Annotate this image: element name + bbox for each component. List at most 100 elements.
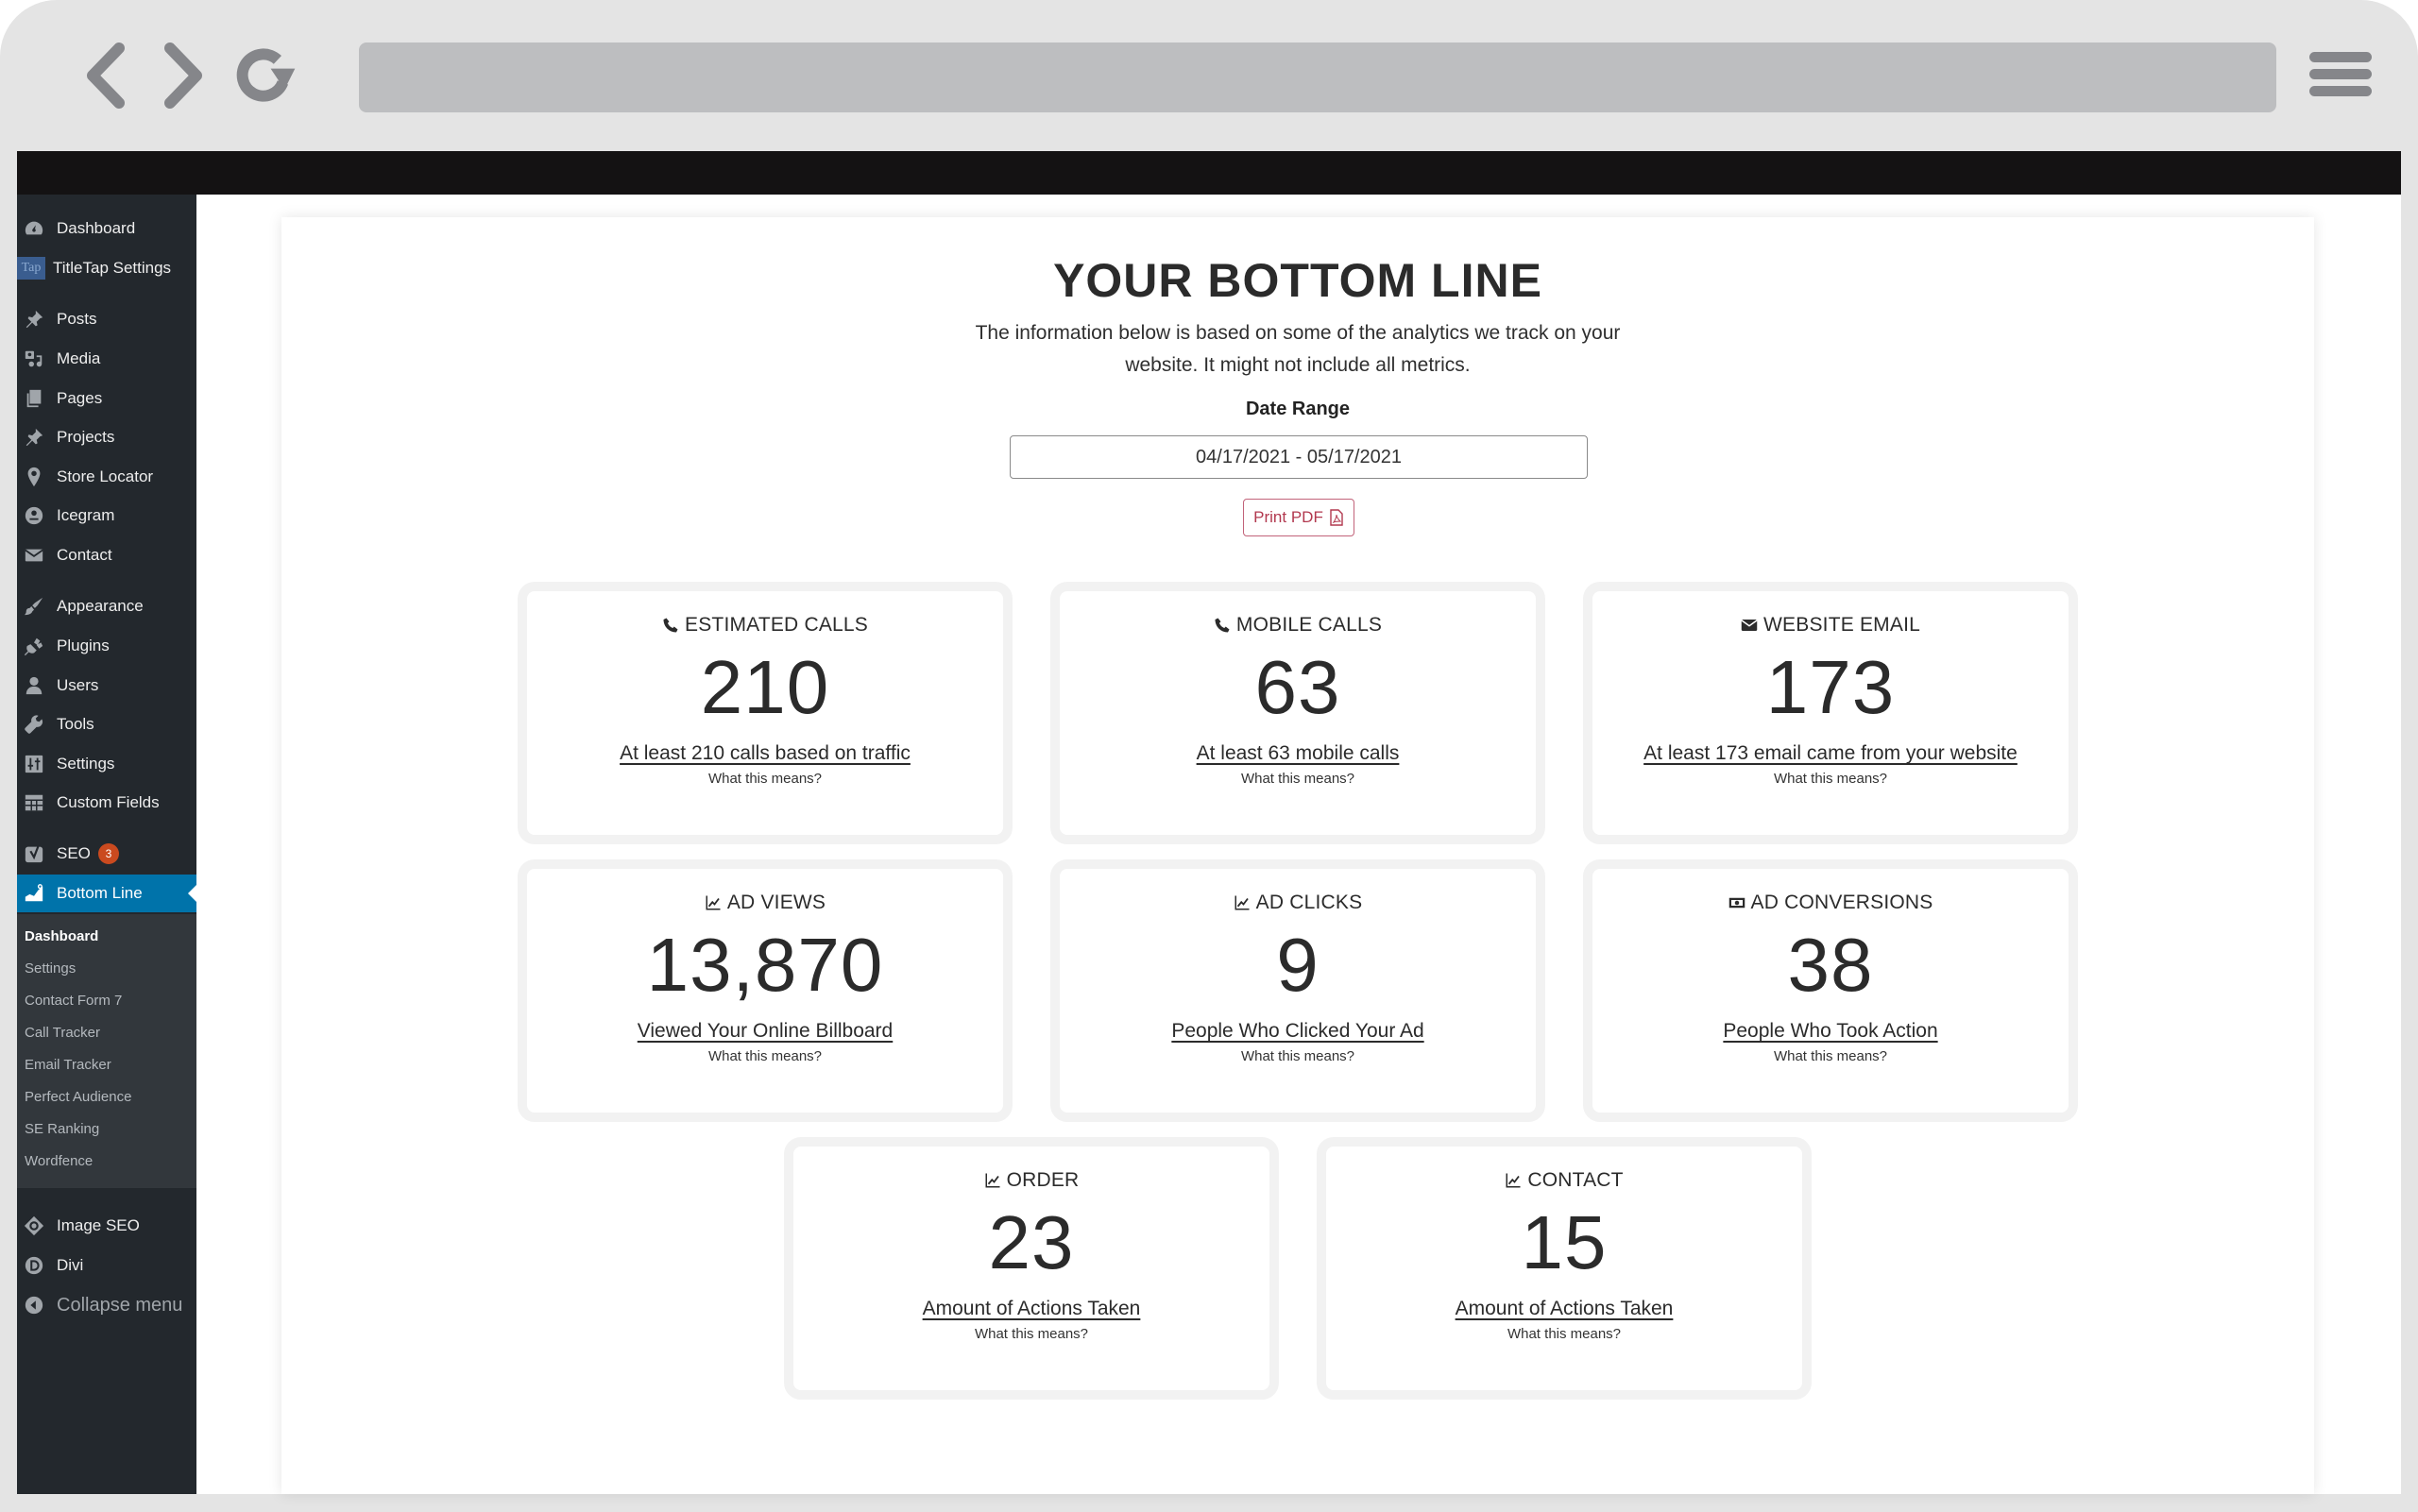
sidebar-item-posts[interactable]: Posts — [17, 300, 196, 338]
sidebar-item-media[interactable]: Media — [17, 340, 196, 378]
icegram-icon — [23, 504, 45, 527]
area-chart-icon — [23, 882, 45, 905]
hamburger-icon — [2309, 52, 2372, 62]
metric-card-ad-views: AD VIEWS 13,870 Viewed Your Online Billb… — [518, 859, 1013, 1122]
pdf-file-icon — [1330, 509, 1343, 526]
metric-value: 15 — [1521, 1200, 1608, 1284]
titletap-logo: Tap — [17, 257, 45, 280]
collapse-arrow-icon — [23, 1294, 45, 1317]
sidebar-item-titletap-settings[interactable]: Tap TitleTap Settings — [17, 249, 196, 287]
admin-sidebar: Dashboard Tap TitleTap Settings Posts Me… — [17, 195, 196, 1494]
chevron-right-icon — [164, 42, 202, 109]
metric-value: 63 — [1254, 645, 1341, 729]
phone-icon — [1215, 618, 1230, 633]
money-bill-icon — [1728, 897, 1745, 909]
submenu-item-email-tracker[interactable]: Email Tracker — [25, 1050, 111, 1079]
date-range-input[interactable]: 04/17/2021 - 05/17/2021 — [1010, 435, 1588, 479]
collapse-menu-button[interactable]: Collapse menu — [17, 1286, 196, 1324]
sliders-icon — [23, 753, 45, 775]
back-button[interactable] — [74, 38, 140, 113]
sidebar-item-tools[interactable]: Tools — [17, 705, 196, 743]
submenu-item-se-ranking[interactable]: SE Ranking — [25, 1114, 99, 1143]
reload-icon — [236, 48, 296, 102]
main-content: YOUR BOTTOM LINE The information below i… — [196, 195, 2401, 1494]
sidebar-item-custom-fields[interactable]: Custom Fields — [17, 784, 196, 822]
metric-description-link[interactable]: Amount of Actions Taken — [923, 1298, 1141, 1320]
sidebar-item-seo[interactable]: SEO 3 — [17, 835, 196, 873]
sidebar-item-icegram[interactable]: Icegram — [17, 497, 196, 535]
what-this-means-link[interactable]: What this means? — [1592, 771, 2069, 787]
image-seo-icon — [23, 1215, 45, 1237]
address-bar[interactable] — [359, 42, 2276, 112]
user-icon — [23, 674, 45, 697]
metric-description-link[interactable]: People Who Clicked Your Ad — [1171, 1020, 1423, 1043]
intro-text: The information below is based on some o… — [975, 322, 1621, 376]
pushpin-icon — [23, 426, 45, 449]
chevron-left-icon — [87, 42, 125, 109]
browser-menu-button[interactable] — [2309, 52, 2372, 101]
line-chart-icon — [985, 1173, 1000, 1188]
metric-value: 210 — [700, 645, 830, 729]
sidebar-item-projects[interactable]: Projects — [17, 418, 196, 456]
envelope-icon — [23, 544, 45, 567]
metric-description-link[interactable]: At least 63 mobile calls — [1197, 742, 1400, 765]
sidebar-item-divi[interactable]: Divi — [17, 1247, 196, 1284]
what-this-means-link[interactable]: What this means? — [1060, 771, 1536, 787]
metric-description-link[interactable]: At least 173 email came from your websit… — [1643, 742, 2018, 765]
phone-icon — [663, 618, 678, 633]
what-this-means-link[interactable]: What this means? — [527, 1048, 1003, 1064]
bottom-line-panel: YOUR BOTTOM LINE The information below i… — [281, 217, 2314, 1494]
submenu-item-perfect-audience[interactable]: Perfect Audience — [25, 1082, 131, 1111]
metric-description-link[interactable]: At least 210 calls based on traffic — [620, 742, 911, 765]
pages-icon — [23, 387, 45, 410]
yoast-icon — [23, 842, 45, 865]
metric-value: 173 — [1765, 645, 1896, 729]
what-this-means-link[interactable]: What this means? — [1592, 1048, 2069, 1064]
metric-card-contact: CONTACT 15 Amount of Actions Taken What … — [1317, 1137, 1812, 1400]
sidebar-item-users[interactable]: Users — [17, 667, 196, 705]
sidebar-item-bottom-line[interactable]: Bottom Line — [17, 875, 196, 912]
metric-card-website-email: WEBSITE EMAIL 173 At least 173 email cam… — [1583, 582, 2078, 844]
envelope-icon — [1741, 620, 1758, 631]
what-this-means-link[interactable]: What this means? — [1326, 1326, 1802, 1342]
submenu-item-dashboard[interactable]: Dashboard — [25, 922, 98, 950]
metric-description-link[interactable]: Viewed Your Online Billboard — [638, 1020, 893, 1043]
metric-card-ad-conversions: AD CONVERSIONS 38 People Who Took Action… — [1583, 859, 2078, 1122]
line-chart-icon — [1506, 1173, 1521, 1188]
metric-card-ad-clicks: AD CLICKS 9 People Who Clicked Your Ad W… — [1050, 859, 1545, 1122]
what-this-means-link[interactable]: What this means? — [527, 771, 1003, 787]
metric-value: 13,870 — [646, 923, 884, 1007]
pushpin-icon — [23, 308, 45, 331]
what-this-means-link[interactable]: What this means? — [793, 1326, 1269, 1342]
admin-bar — [17, 151, 2401, 195]
submenu-item-contact-form-7[interactable]: Contact Form 7 — [25, 986, 122, 1014]
what-this-means-link[interactable]: What this means? — [1060, 1048, 1536, 1064]
sidebar-item-plugins[interactable]: Plugins — [17, 627, 196, 665]
paintbrush-icon — [23, 595, 45, 618]
metric-value: 38 — [1787, 923, 1874, 1007]
line-chart-icon — [706, 895, 721, 910]
submenu-item-call-tracker[interactable]: Call Tracker — [25, 1018, 100, 1046]
notification-badge: 3 — [97, 843, 119, 864]
sidebar-item-pages[interactable]: Pages — [17, 380, 196, 417]
metric-description-link[interactable]: People Who Took Action — [1723, 1020, 1937, 1043]
sidebar-item-store-locator[interactable]: Store Locator — [17, 458, 196, 496]
plug-icon — [23, 635, 45, 657]
sidebar-item-contact[interactable]: Contact — [17, 536, 196, 574]
metric-card-mobile-calls: MOBILE CALLS 63 At least 63 mobile calls… — [1050, 582, 1545, 844]
sidebar-item-dashboard[interactable]: Dashboard — [17, 210, 196, 247]
page-title: YOUR BOTTOM LINE — [1053, 254, 1542, 307]
forward-button[interactable] — [149, 38, 215, 113]
metric-value: 9 — [1276, 923, 1320, 1007]
divi-icon — [23, 1254, 45, 1277]
submenu-item-wordfence[interactable]: Wordfence — [25, 1147, 93, 1175]
dashboard-gauge-icon — [23, 217, 45, 240]
metric-description-link[interactable]: Amount of Actions Taken — [1456, 1298, 1674, 1320]
submenu-item-settings[interactable]: Settings — [25, 954, 76, 982]
reload-button[interactable] — [232, 38, 298, 113]
wrench-icon — [23, 713, 45, 736]
sidebar-item-appearance[interactable]: Appearance — [17, 587, 196, 625]
sidebar-item-settings[interactable]: Settings — [17, 745, 196, 783]
sidebar-item-image-seo[interactable]: Image SEO — [17, 1207, 196, 1245]
print-pdf-button[interactable]: Print PDF — [1243, 499, 1354, 536]
